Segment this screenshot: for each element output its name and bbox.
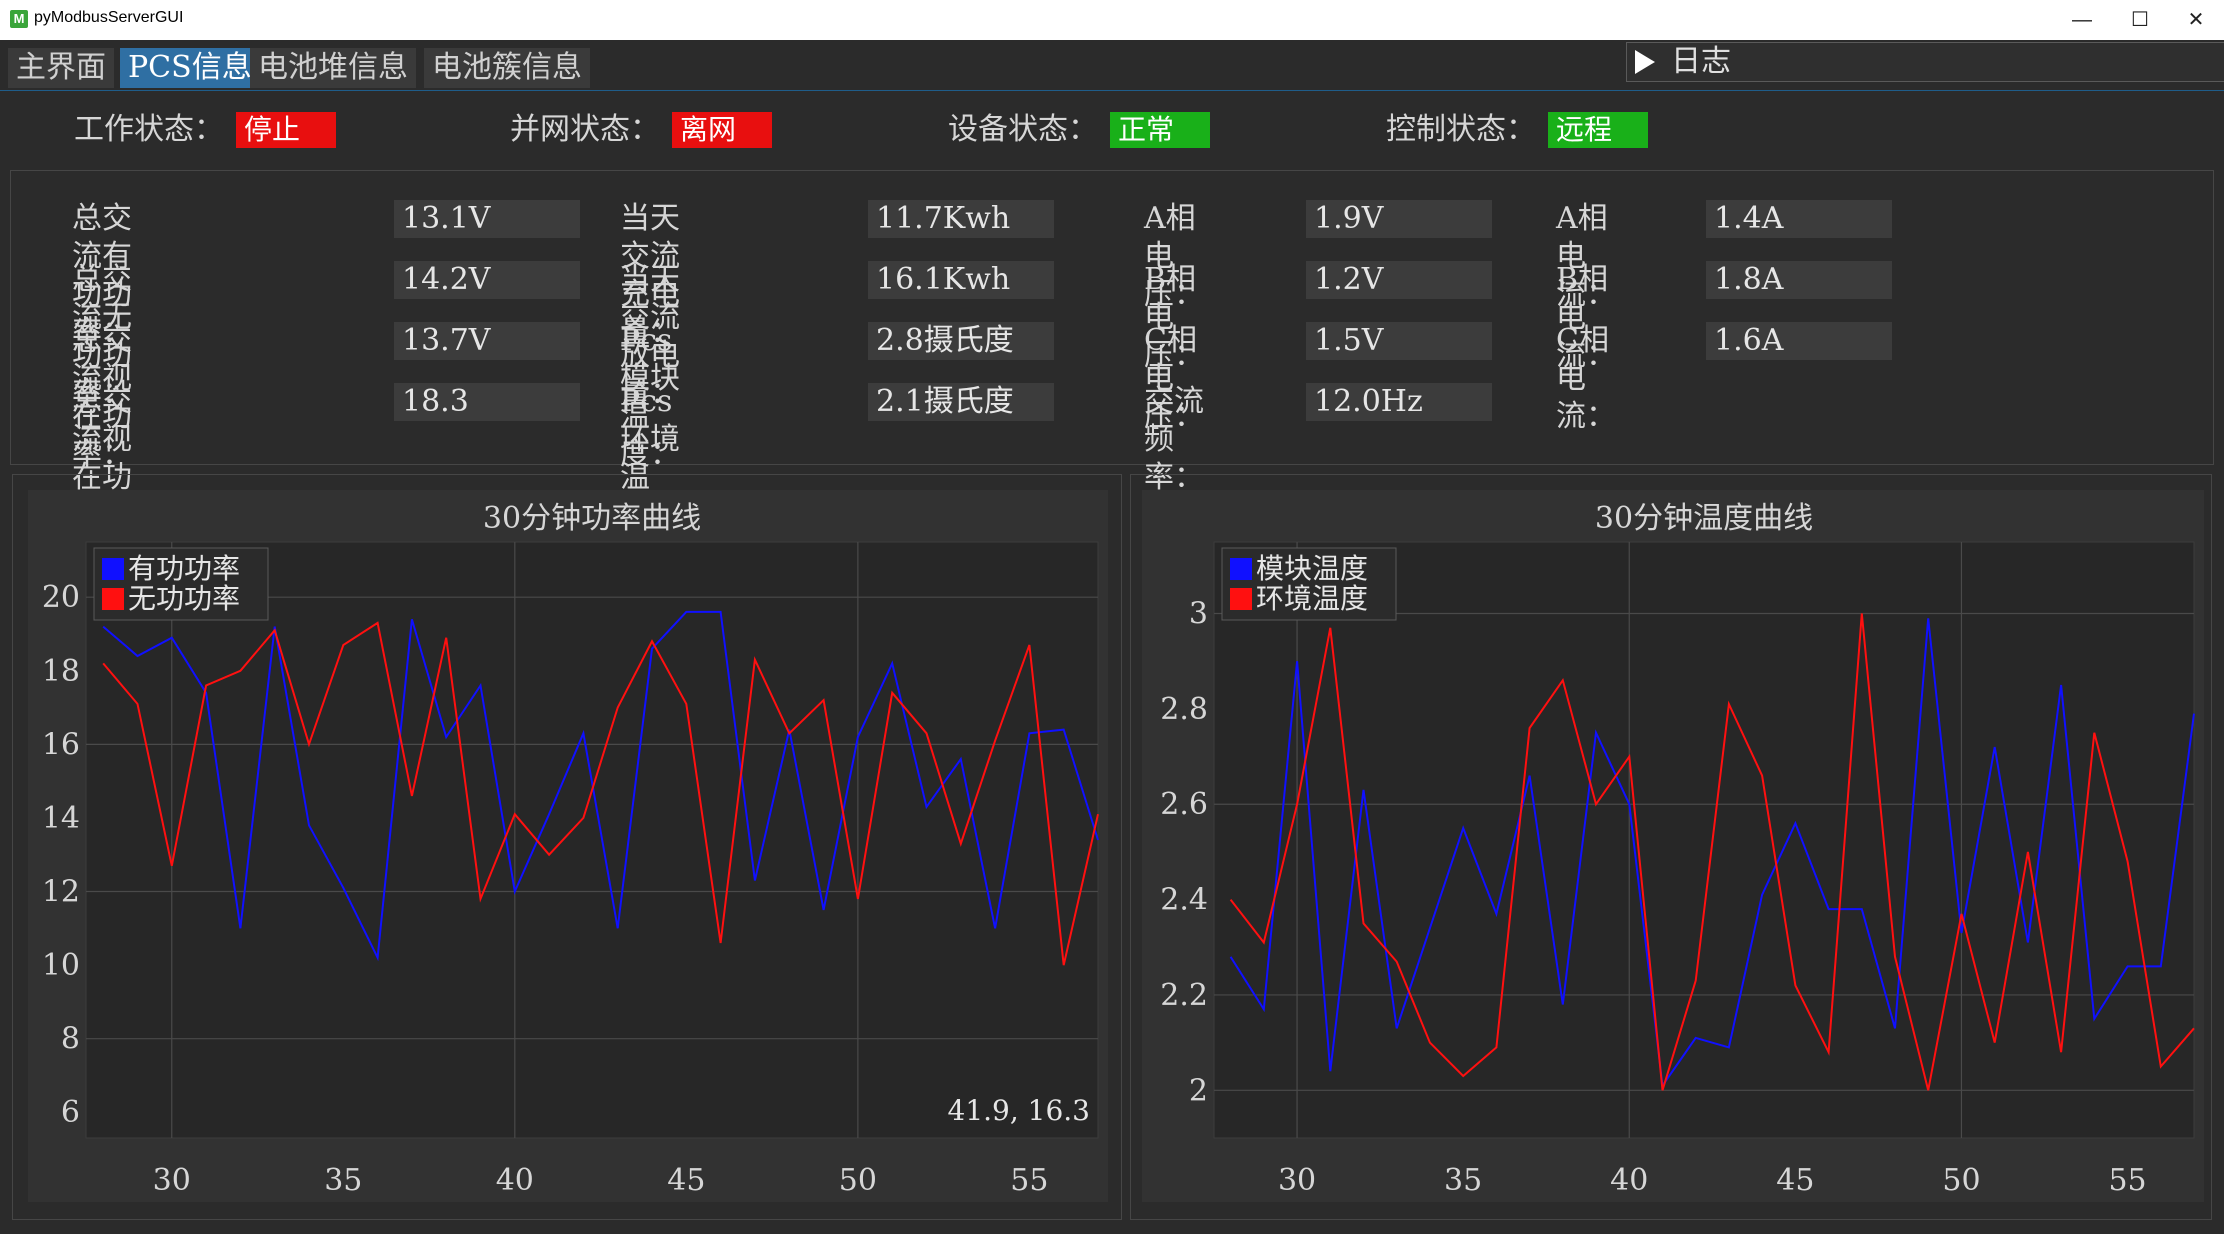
total-ac-active-power-value: 13.1V bbox=[394, 200, 580, 238]
power-chart-panel: 30分钟功率曲线 30 35 40 45 50 55 6 8 10 12 14 16 18 20 有功功率 无功… bbox=[28, 490, 1108, 1202]
y-tick-label: 8 bbox=[61, 1022, 80, 1057]
control-status-badge: 远程 bbox=[1548, 112, 1648, 148]
y-tick-label: 2 bbox=[1189, 1073, 1208, 1108]
ac-frequency-value: 12.0Hz bbox=[1306, 383, 1492, 421]
window-title: pyModbusServerGUI bbox=[34, 9, 184, 26]
y-tick-label: 14 bbox=[42, 801, 80, 836]
work-status-label: 工作状态： bbox=[74, 112, 224, 147]
tab-main[interactable]: 主界面 bbox=[8, 48, 114, 88]
phase-c-current-value: 1.6A bbox=[1706, 322, 1892, 360]
legend-label-0: 模块温度 bbox=[1256, 552, 1368, 585]
pcs-module-temperature-value: 2.8摄氏度 bbox=[868, 322, 1054, 360]
device-status-badge: 正常 bbox=[1110, 112, 1210, 148]
legend-label-0: 有功功率 bbox=[128, 552, 240, 585]
legend-label-1: 环境温度 bbox=[1256, 582, 1368, 615]
x-tick-label: 45 bbox=[667, 1163, 705, 1198]
y-tick-label: 2.4 bbox=[1160, 883, 1208, 918]
status-row: 工作状态： 停止 并网状态： 离网 设备状态： 正常 控制状态： 远程 bbox=[10, 100, 2214, 168]
x-tick-label: 35 bbox=[324, 1163, 362, 1198]
grid-status-label: 并网状态： bbox=[510, 112, 660, 147]
temperature-chart[interactable]: 30分钟温度曲线 30 35 40 45 50 55 2 2.2 2.4 2.6 2.8 3 模块温度环境… bbox=[1142, 490, 2204, 1202]
legend-swatch-1 bbox=[102, 588, 124, 610]
x-tick-label: 40 bbox=[1610, 1163, 1648, 1198]
temperature-chart-panel: 30分钟温度曲线 30 35 40 45 50 55 2 2.2 2.4 2.6 2.8 3 模块温度 环境… bbox=[1142, 490, 2204, 1202]
legend-swatch-0 bbox=[102, 558, 124, 580]
title-bar: M pyModbusServerGUI — ☐ ✕ bbox=[0, 0, 2224, 40]
pcs-ambient-temperature-value: 2.1摄氏度 bbox=[868, 383, 1054, 421]
legend-label-1: 无功功率 bbox=[128, 582, 240, 615]
y-tick-label: 6 bbox=[61, 1095, 80, 1130]
phase-b-current-value: 1.8A bbox=[1706, 261, 1892, 299]
play-triangle-icon bbox=[1635, 50, 1655, 74]
chart-legend: 模块温度环境温度 bbox=[1221, 547, 1397, 621]
phase-b-voltage-value: 1.2V bbox=[1306, 261, 1492, 299]
total-ac-power-factor-value: 18.3 bbox=[394, 383, 580, 421]
y-tick-label: 12 bbox=[42, 875, 80, 910]
x-tick-label: 35 bbox=[1444, 1163, 1482, 1198]
legend-swatch-1 bbox=[1230, 588, 1252, 610]
phase-c-current-label: C相电流： bbox=[1556, 323, 1616, 434]
phase-a-voltage-value: 1.9V bbox=[1306, 200, 1492, 238]
phase-a-current-value: 1.4A bbox=[1706, 200, 1892, 238]
maximize-button[interactable]: ☐ bbox=[2120, 4, 2160, 36]
phase-c-voltage-value: 1.5V bbox=[1306, 322, 1492, 360]
grid-status-badge: 离网 bbox=[672, 112, 772, 148]
x-tick-label: 50 bbox=[839, 1163, 877, 1198]
x-tick-label: 30 bbox=[153, 1163, 191, 1198]
x-tick-label: 45 bbox=[1776, 1163, 1814, 1198]
y-tick-label: 10 bbox=[42, 948, 80, 983]
app-icon: M bbox=[10, 10, 28, 28]
y-tick-label: 18 bbox=[42, 654, 80, 689]
x-tick-label: 30 bbox=[1278, 1163, 1316, 1198]
x-tick-label: 55 bbox=[1010, 1163, 1048, 1198]
log-toggle-button[interactable]: 日志 bbox=[1626, 42, 2224, 82]
minimize-button[interactable]: — bbox=[2062, 4, 2102, 36]
legend-swatch-0 bbox=[1230, 558, 1252, 580]
control-status-label: 控制状态： bbox=[1386, 112, 1536, 147]
x-tick-label: 40 bbox=[496, 1163, 534, 1198]
close-button[interactable]: ✕ bbox=[2176, 4, 2216, 36]
x-tick-label: 55 bbox=[2108, 1163, 2146, 1198]
plot-area bbox=[85, 541, 1099, 1139]
chart-legend: 有功功率无功功率 bbox=[93, 547, 269, 621]
power-chart[interactable]: 30分钟功率曲线 30 35 40 45 50 55 6 8 10 12 14 16 18 20 有功功率无功… bbox=[28, 490, 1108, 1202]
y-tick-label: 3 bbox=[1189, 597, 1208, 632]
daily-ac-discharge-value: 16.1Kwh bbox=[868, 261, 1054, 299]
log-toggle-label: 日志 bbox=[1671, 44, 1731, 79]
x-tick-label: 50 bbox=[1942, 1163, 1980, 1198]
total-ac-apparent-power-value: 13.7V bbox=[394, 322, 580, 360]
y-tick-label: 2.6 bbox=[1160, 787, 1208, 822]
chart-title: 30分钟温度曲线 bbox=[1595, 501, 1813, 536]
y-tick-label: 20 bbox=[42, 580, 80, 615]
plot-area bbox=[1213, 541, 2195, 1139]
cursor-coordinate-readout: 41.9, 16.3 bbox=[948, 1094, 1091, 1127]
y-tick-label: 2.2 bbox=[1160, 978, 1208, 1013]
chart-title: 30分钟功率曲线 bbox=[483, 501, 701, 536]
daily-ac-charge-value: 11.7Kwh bbox=[868, 200, 1054, 238]
device-status-label: 设备状态： bbox=[948, 112, 1098, 147]
y-tick-label: 16 bbox=[42, 727, 80, 762]
total-ac-reactive-power-value: 14.2V bbox=[394, 261, 580, 299]
work-status-badge: 停止 bbox=[236, 112, 336, 148]
tab-battery-cluster-info[interactable]: 电池簇信息 bbox=[424, 48, 590, 88]
tab-pcs-info[interactable]: PCS信息 bbox=[120, 48, 260, 88]
tab-battery-stack-info[interactable]: 电池堆信息 bbox=[250, 48, 416, 88]
y-tick-label: 2.8 bbox=[1160, 692, 1208, 727]
